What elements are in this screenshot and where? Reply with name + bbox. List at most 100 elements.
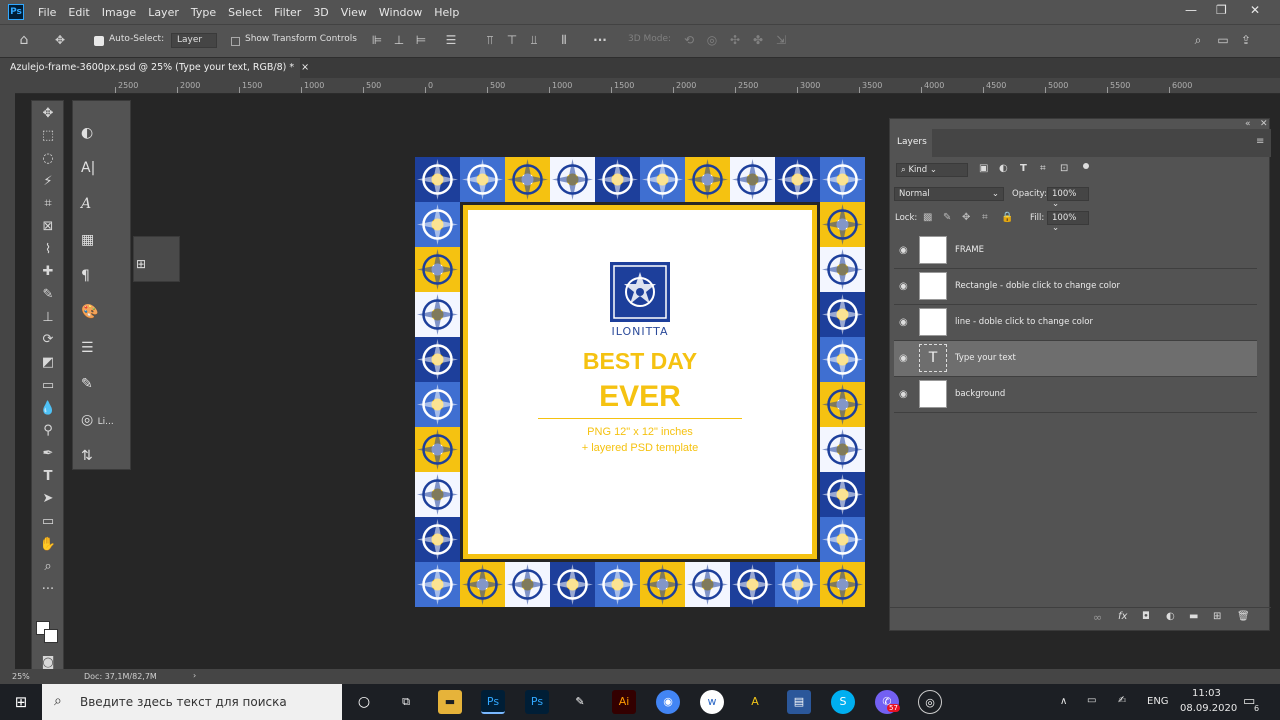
layer-row[interactable]: ◉ FRAME [894,233,1257,269]
lock-transparent-icon[interactable]: ▩ [923,212,932,223]
minimize-button[interactable]: — [1185,3,1197,17]
history-brush-icon[interactable]: ⟳ [37,330,59,350]
pen-icon[interactable]: ✍ [1118,695,1126,706]
visibility-eye-icon[interactable]: ◉ [899,389,911,401]
menu-window[interactable]: Window [379,6,422,19]
opacity-field[interactable]: 100% ⌄ [1047,187,1089,209]
photoshop-taskbar-icon[interactable]: Ps [481,690,505,714]
word-icon[interactable]: ▤ [787,690,811,714]
adjustments-panel-icon[interactable]: ◐ [81,120,121,146]
menu-3d[interactable]: 3D [313,6,328,19]
close-tab-icon[interactable]: × [301,62,309,73]
restore-button[interactable]: ❐ [1216,3,1227,17]
paint-app-icon[interactable]: ✎ [568,690,592,714]
group-icon[interactable]: ▬ [1189,611,1198,622]
illustrator-icon[interactable]: Ai [612,690,636,714]
brush-tool-icon[interactable]: ✎ [37,285,59,305]
workspace-icon[interactable]: ▭ [1216,33,1230,47]
filter-type-icon[interactable]: T [1020,163,1027,174]
edit-toolbar-icon[interactable]: ··· [37,580,59,600]
hand-tool-icon[interactable]: ✋ [37,535,59,555]
menu-edit[interactable]: Edit [68,6,89,19]
panel-menu-icon[interactable]: ≡ [1256,136,1264,147]
channels-panel-icon[interactable]: ⊞ [136,257,146,271]
align-vcenter-icon[interactable]: ⊤ [505,33,519,47]
dodge-tool-icon[interactable]: ⚲ [37,421,59,441]
menu-view[interactable]: View [341,6,367,19]
lock-all-icon[interactable]: 🔒 [1001,212,1013,223]
mask-icon[interactable]: ◘ [1142,611,1150,622]
app-w-icon[interactable]: w [700,690,724,714]
language-indicator[interactable]: ENG [1147,696,1169,707]
filter-toggle-icon[interactable] [1083,163,1089,169]
align-hcenter-icon[interactable]: ⊥ [392,33,406,47]
status-expand-icon[interactable]: › [193,671,196,680]
collapse-panel-icon[interactable]: « [1245,119,1251,129]
app-a-icon[interactable]: A [743,690,767,714]
zoom-tool-icon[interactable]: ⌕ [37,557,59,577]
move-tool-icon[interactable]: ✥ [53,33,67,47]
filter-adjustment-icon[interactable]: ◐ [999,163,1008,174]
move-tool-icon[interactable]: ✥ [37,104,59,124]
filter-shape-icon[interactable]: ⌗ [1040,163,1046,174]
share-icon[interactable]: ⇪ [1239,33,1253,47]
obs-icon[interactable]: ◎ [918,690,942,714]
rectangle-tool-icon[interactable]: ▭ [37,512,59,532]
lock-artboard-icon[interactable]: ⌗ [982,212,988,223]
filter-kind-dropdown[interactable]: ⌕ Kind ⌄ [896,163,968,177]
frame-tool-icon[interactable]: ⊠ [37,217,59,237]
align-left-icon[interactable]: ⊫ [370,33,384,47]
visibility-eye-icon[interactable]: ◉ [899,353,911,365]
windows-start-icon[interactable]: ⊞ [9,690,33,714]
cortana-icon[interactable]: ○ [352,690,376,714]
stamp-tool-icon[interactable]: ⊥ [37,308,59,328]
eyedropper-tool-icon[interactable]: ⌇ [37,240,59,260]
properties-panel-icon[interactable]: ☰ [81,335,121,361]
document-canvas[interactable]: ILONITTA BEST DAY EVER PNG 12" x 12" inc… [415,157,865,607]
menu-image[interactable]: Image [102,6,136,19]
zoom-level[interactable]: 25% [12,672,30,681]
fill-field[interactable]: 100% ⌄ [1047,211,1089,233]
type-tool-icon[interactable]: T [37,467,59,487]
layer-row[interactable]: ◉ Rectangle - doble click to change colo… [894,269,1257,305]
menu-file[interactable]: File [38,6,56,19]
close-panel-icon[interactable]: ✕ [1260,119,1268,129]
brush-settings-panel-icon[interactable]: ✎ [81,371,121,397]
pen-tool-icon[interactable]: ✒ [37,444,59,464]
auto-select-dropdown[interactable]: Layer [171,33,217,48]
visibility-eye-icon[interactable]: ◉ [899,317,911,329]
distribute-icon[interactable]: ☰ [444,33,458,47]
eraser-tool-icon[interactable]: ◩ [37,353,59,373]
clock-date[interactable]: 08.09.2020 [1180,703,1237,714]
taskbar-search-box[interactable]: ⌕ Введите здесь текст для поиска [42,684,342,720]
photoshop-2-taskbar-icon[interactable]: Ps [525,690,549,714]
home-icon[interactable]: ⌂ [17,33,31,47]
skype-icon[interactable]: S [831,690,855,714]
clock-time[interactable]: 11:03 [1192,688,1221,699]
menu-type[interactable]: Type [191,6,216,19]
swatches-panel-icon[interactable]: 🎨 [81,299,121,325]
fx-icon[interactable]: fx [1118,611,1127,622]
layer-row-selected[interactable]: ◉ T Type your text [894,341,1257,377]
liquify-panel-item[interactable]: ◎ Li... [81,407,121,433]
visibility-eye-icon[interactable]: ◉ [899,281,911,293]
network-icon[interactable]: ▭ [1087,695,1096,706]
align-top-icon[interactable]: ⫪ [483,33,497,47]
filter-pixel-icon[interactable]: ▣ [979,163,988,174]
new-layer-icon[interactable]: ⊞ [1213,611,1221,622]
adjustment-icon[interactable]: ◐ [1166,611,1175,622]
magic-wand-tool-icon[interactable]: ⚡ [37,172,59,192]
menu-select[interactable]: Select [228,6,262,19]
task-view-icon[interactable]: ⧉ [394,690,418,714]
healing-tool-icon[interactable]: ✚ [37,262,59,282]
blend-mode-dropdown[interactable]: Normal ⌄ [894,187,1004,201]
document-tab[interactable]: Azulejo-frame-3600px.psd @ 25% (Type you… [0,58,309,78]
background-color-swatch[interactable] [44,629,58,643]
layer-row[interactable]: ◉ background [894,377,1257,413]
align-bottom-icon[interactable]: ⫫ [527,33,541,47]
link-icon[interactable]: ∞ [1093,611,1102,624]
align-right-icon[interactable]: ⊨ [414,33,428,47]
layer-row[interactable]: ◉ line - doble click to change color [894,305,1257,341]
table-panel-icon[interactable]: ▦ [81,227,121,253]
menu-layer[interactable]: Layer [148,6,179,19]
